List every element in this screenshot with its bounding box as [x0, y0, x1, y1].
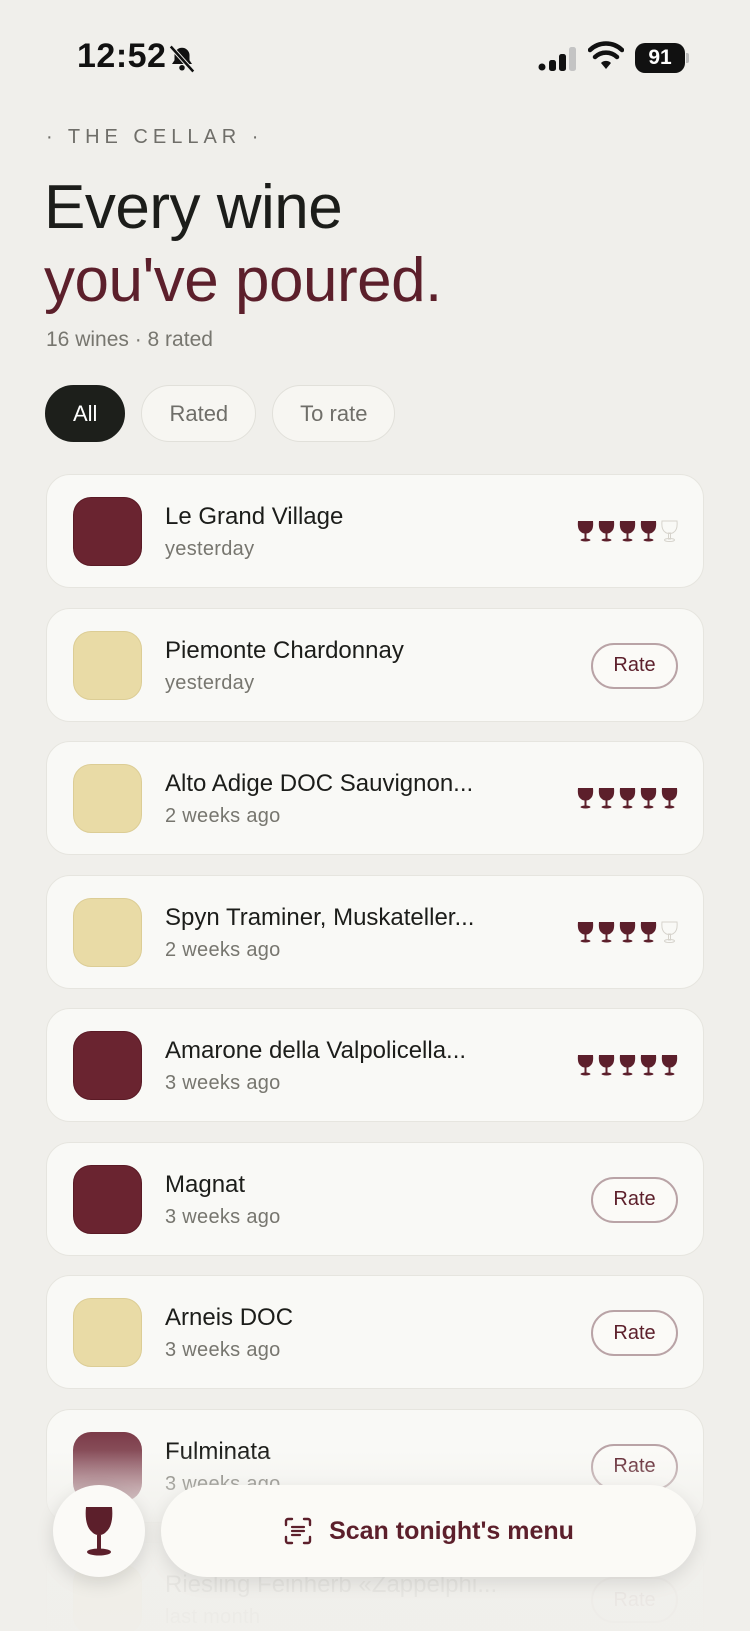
wine-date: 2 weeks ago [165, 938, 281, 961]
wine-rating [577, 1054, 678, 1076]
wine-name: Le Grand Village [165, 503, 344, 530]
scan-menu-button[interactable]: Scan tonight's menu [161, 1485, 696, 1577]
filled-glass-icon [640, 521, 657, 542]
filled-glass-icon [619, 521, 636, 542]
cellar-button[interactable] [53, 1485, 145, 1577]
filled-glass-icon [598, 521, 615, 542]
filled-glass-icon [598, 1055, 615, 1076]
wine-color-swatch [73, 764, 142, 833]
filled-glass-icon [577, 788, 594, 809]
wine-rating [577, 520, 678, 542]
filled-glass-icon [577, 921, 594, 942]
page-title-line-2: you've poured. [44, 246, 442, 315]
filled-glass-icon [598, 921, 615, 942]
wine-date: 3 weeks ago [165, 1339, 281, 1361]
wine-date: yesterday [165, 538, 255, 560]
wine-color-swatch [73, 630, 142, 700]
scan-menu-label: Scan tonight's menu [329, 1516, 574, 1545]
rate-button[interactable]: Rate [591, 642, 678, 689]
filter-to-rate[interactable]: To rate [272, 385, 396, 442]
battery-level: 91 [635, 43, 685, 73]
filter-rated[interactable]: Rated [141, 385, 257, 442]
wine-color-swatch [73, 1164, 142, 1234]
empty-glass-icon [661, 520, 678, 542]
wine-card[interactable]: Spyn Traminer, Muskateller... 2 weeks ago [46, 874, 704, 989]
wifi-icon [588, 41, 624, 69]
bell-muted-icon [169, 45, 195, 73]
page-title-line-1: Every wine [44, 173, 343, 242]
wine-card[interactable]: Amarone della Valpolicella... 3 weeks ago [46, 1008, 704, 1122]
status-time: 12:52 [77, 37, 167, 75]
wine-date: yesterday [165, 671, 255, 694]
wine-card[interactable]: Le Grand Village yesterday [46, 474, 704, 588]
filled-glass-icon [640, 1055, 657, 1076]
filled-glass-icon [661, 788, 678, 809]
filled-glass-icon [661, 1055, 678, 1076]
wine-color-swatch [73, 1298, 142, 1367]
wine-rating [577, 787, 678, 809]
wine-counts: 16 wines · 8 rated [46, 328, 213, 351]
filled-glass-icon [577, 1055, 594, 1076]
wine-name: Magnat [165, 1170, 246, 1198]
rate-button[interactable]: Rate [591, 1310, 678, 1356]
signal-icon [538, 47, 576, 71]
filled-glass-icon [619, 921, 636, 942]
wine-card[interactable]: Magnat 3 weeks ago Rate [46, 1141, 704, 1256]
filter-all[interactable]: All [45, 385, 126, 442]
wine-glass-icon [85, 1507, 113, 1556]
scan-icon [284, 1517, 312, 1545]
filled-glass-icon [577, 521, 594, 542]
filled-glass-icon [640, 788, 657, 809]
wine-card[interactable]: Arneis DOC 3 weeks ago Rate [46, 1275, 704, 1389]
wine-name: Alto Adige DOC Sauvignon... [165, 770, 474, 797]
wine-card[interactable]: Alto Adige DOC Sauvignon... 2 weeks ago [46, 741, 704, 855]
wine-color-swatch [73, 1031, 142, 1100]
filled-glass-icon [619, 1055, 636, 1076]
filter-chips: All Rated To rate [45, 385, 396, 442]
filled-glass-icon [640, 921, 657, 942]
section-eyebrow: · THE CELLAR · [46, 126, 264, 148]
empty-glass-icon [661, 921, 678, 943]
wine-date: 3 weeks ago [165, 1072, 281, 1094]
wine-date: 2 weeks ago [165, 805, 281, 827]
wine-name: Arneis DOC [165, 1304, 294, 1331]
wine-date: 3 weeks ago [165, 1205, 281, 1228]
filled-glass-icon [619, 788, 636, 809]
wine-name: Spyn Traminer, Muskateller... [165, 903, 475, 931]
wine-name: Piemonte Chardonnay [165, 636, 404, 664]
filled-glass-icon [598, 788, 615, 809]
battery-indicator: 91 [635, 43, 689, 73]
wine-name: Amarone della Valpolicella... [165, 1037, 467, 1064]
wine-color-swatch [73, 497, 142, 566]
wine-color-swatch [73, 897, 142, 967]
rate-button[interactable]: Rate [591, 1176, 678, 1223]
wine-rating [577, 921, 678, 943]
status-bar: 12:52 91 [0, 0, 750, 110]
wine-card[interactable]: Piemonte Chardonnay yesterday Rate [46, 607, 704, 722]
